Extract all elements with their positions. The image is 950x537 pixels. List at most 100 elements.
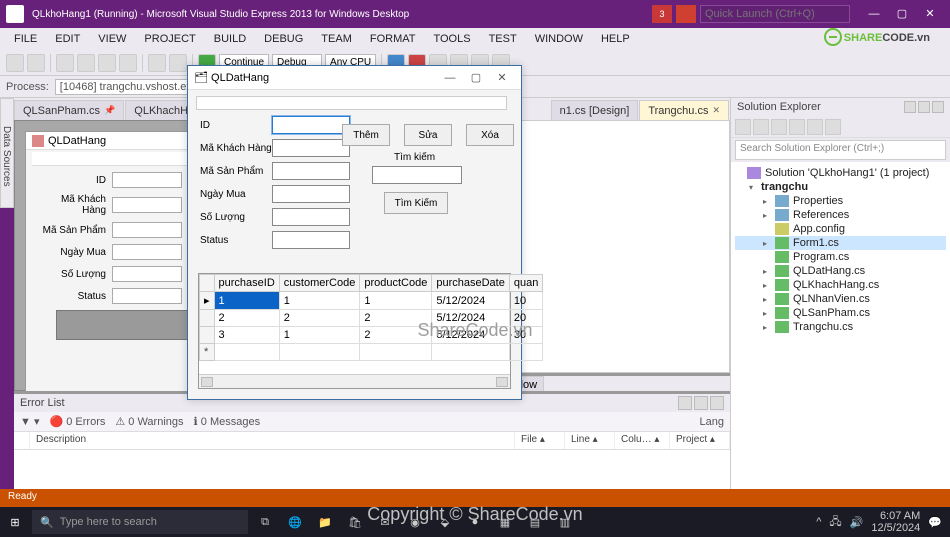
bg-input-ngay[interactable] xyxy=(112,244,182,260)
tree-project[interactable]: ▾trangchu xyxy=(735,180,946,194)
redo-button[interactable] xyxy=(169,54,187,72)
timkiem-button[interactable]: Tìm Kiếm xyxy=(384,192,448,214)
filter-warnings[interactable]: ⚠ 0 Warnings xyxy=(115,415,183,428)
maximize-button[interactable]: ▢ xyxy=(888,4,916,24)
table-row[interactable]: 2225/12/202420 xyxy=(200,310,543,327)
menu-build[interactable]: BUILD xyxy=(206,31,254,47)
table-row[interactable]: 3125/12/202430 xyxy=(200,327,543,344)
doctab-trangchu[interactable]: Trangchu.cs✕ xyxy=(639,100,729,120)
vs-icon[interactable]: ⬙ xyxy=(430,507,460,537)
grid-scrollbar[interactable] xyxy=(199,374,510,388)
doctab-design[interactable]: n1.cs [Design] xyxy=(551,100,639,120)
solexp-refresh-icon[interactable] xyxy=(753,119,769,135)
data-grid[interactable]: purchaseID customerCode productCode purc… xyxy=(198,273,511,389)
tray-up-icon[interactable]: ^ xyxy=(816,516,821,528)
pin-icon[interactable]: 📌 xyxy=(104,105,115,116)
tree-program[interactable]: Program.cs xyxy=(735,250,946,264)
tree-qlkhachhang[interactable]: ▸QLKhachHang.cs xyxy=(735,278,946,292)
solexp-close-icon[interactable] xyxy=(932,101,944,113)
menu-file[interactable]: FILE xyxy=(6,31,45,47)
mail-icon[interactable]: ✉ xyxy=(370,507,400,537)
scroll-left-icon[interactable] xyxy=(201,377,213,387)
nav-back-button[interactable] xyxy=(6,54,24,72)
dlg-input-sl[interactable] xyxy=(272,208,350,226)
col-purchaseid[interactable]: purchaseID xyxy=(214,275,279,292)
col-description[interactable]: Description xyxy=(30,432,515,449)
table-row-new[interactable]: * xyxy=(200,344,543,361)
dlg-search-input[interactable] xyxy=(372,166,462,184)
new-project-button[interactable] xyxy=(56,54,74,72)
save-button[interactable] xyxy=(98,54,116,72)
col-line[interactable]: Line ▴ xyxy=(565,432,615,449)
dlg-input-ngay[interactable] xyxy=(272,185,350,203)
errlist-pin-icon[interactable] xyxy=(694,396,708,410)
open-button[interactable] xyxy=(77,54,95,72)
bg-input-makh[interactable] xyxy=(112,197,182,213)
menu-view[interactable]: VIEW xyxy=(90,31,134,47)
errlist-close-icon[interactable] xyxy=(710,396,724,410)
app-icon[interactable]: ● xyxy=(460,507,490,537)
menu-debug[interactable]: DEBUG xyxy=(256,31,311,47)
bg-input-id[interactable] xyxy=(112,172,182,188)
solexp-collapse-icon[interactable] xyxy=(771,119,787,135)
doctab-qlsanpham[interactable]: QLSanPham.cs📌 xyxy=(14,100,124,120)
errlist-dropdown-icon[interactable] xyxy=(678,396,692,410)
feedback-flag-icon[interactable] xyxy=(676,5,696,23)
solexp-showall-icon[interactable] xyxy=(789,119,805,135)
menu-tools[interactable]: TOOLS xyxy=(425,31,478,47)
menu-project[interactable]: PROJECT xyxy=(136,31,203,47)
nav-fwd-button[interactable] xyxy=(27,54,45,72)
save-all-button[interactable] xyxy=(119,54,137,72)
solexp-dropdown-icon[interactable] xyxy=(904,101,916,113)
bg-input-sl[interactable] xyxy=(112,266,182,282)
xoa-button[interactable]: Xóa xyxy=(466,124,514,146)
bg-input-status[interactable] xyxy=(112,288,182,304)
solexp-search-input[interactable]: Search Solution Explorer (Ctrl+;) xyxy=(735,140,946,160)
notification-badge[interactable]: 3 xyxy=(652,5,672,23)
close-button[interactable]: ✕ xyxy=(916,4,944,24)
edge-icon[interactable]: 🌐 xyxy=(280,507,310,537)
tree-form1[interactable]: ▸Form1.cs xyxy=(735,236,946,250)
col-customercode[interactable]: customerCode xyxy=(279,275,360,292)
tray-notifications-icon[interactable]: 💬 xyxy=(928,516,942,529)
app4-icon[interactable]: ▥ xyxy=(550,507,580,537)
menu-window[interactable]: WINDOW xyxy=(527,31,591,47)
task-view-icon[interactable]: ⧉ xyxy=(250,507,280,537)
tree-trangchu[interactable]: ▸Trangchu.cs xyxy=(735,320,946,334)
col-purchasedate[interactable]: purchaseDate xyxy=(432,275,510,292)
tree-appconfig[interactable]: App.config xyxy=(735,222,946,236)
menu-team[interactable]: TEAM xyxy=(313,31,360,47)
scroll-right-icon[interactable] xyxy=(496,377,508,387)
solexp-pin-icon[interactable] xyxy=(918,101,930,113)
menu-format[interactable]: FORMAT xyxy=(362,31,424,47)
tree-qldathang[interactable]: ▸QLDatHang.cs xyxy=(735,264,946,278)
data-sources-tab[interactable]: Data Sources xyxy=(0,98,14,208)
them-button[interactable]: Thêm xyxy=(342,124,390,146)
close-tab-icon[interactable]: ✕ xyxy=(712,105,720,116)
taskbar-clock[interactable]: 6:07 AM12/5/2024 xyxy=(871,510,920,534)
tree-solution[interactable]: Solution 'QLkhoHang1' (1 project) xyxy=(735,166,946,180)
filter-messages[interactable]: ℹ 0 Messages xyxy=(194,415,261,428)
start-button[interactable]: ⊞ xyxy=(0,507,30,537)
menu-help[interactable]: HELP xyxy=(593,31,638,47)
col-project[interactable]: Project ▴ xyxy=(670,432,730,449)
dlg-input-makh[interactable] xyxy=(272,139,350,157)
sua-button[interactable]: Sửa xyxy=(404,124,452,146)
col-file[interactable]: File ▴ xyxy=(515,432,565,449)
tree-references[interactable]: ▸References xyxy=(735,208,946,222)
tree-qlsanpham[interactable]: ▸QLSanPham.cs xyxy=(735,306,946,320)
dialog-maximize-button[interactable]: ▢ xyxy=(463,71,489,84)
solexp-properties-icon[interactable] xyxy=(807,119,823,135)
process-combo[interactable]: [10468] trangchu.vshost.exe xyxy=(55,79,203,95)
dlg-input-status[interactable] xyxy=(272,231,350,249)
qldathang-window[interactable]: 🗂 QLDatHang — ▢ ✕ ID Mã Khách Hàng Mã Sả… xyxy=(187,65,522,400)
dialog-close-button[interactable]: ✕ xyxy=(489,71,515,84)
app2-icon[interactable]: ▦ xyxy=(490,507,520,537)
bg-input-masp[interactable] xyxy=(112,222,182,238)
chrome-icon[interactable]: ◉ xyxy=(400,507,430,537)
app3-icon[interactable]: ▤ xyxy=(520,507,550,537)
table-row[interactable]: ▸1115/12/202410 xyxy=(200,292,543,310)
dlg-input-id[interactable] xyxy=(272,116,350,134)
dlg-input-masp[interactable] xyxy=(272,162,350,180)
quick-launch-input[interactable] xyxy=(700,5,850,23)
